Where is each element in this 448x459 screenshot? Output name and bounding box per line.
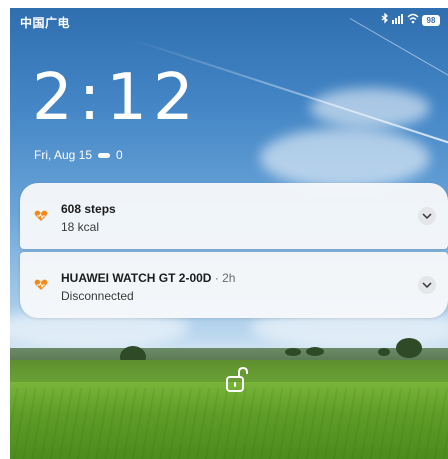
cloud: [310, 88, 430, 128]
date-label: Fri, Aug 15: [34, 148, 93, 162]
cloud: [260, 128, 430, 188]
expand-button[interactable]: [418, 276, 436, 294]
notification-body: 18 kcal: [61, 220, 100, 234]
temperature-label: 0: [116, 148, 123, 162]
carrier-name: 中国广电: [20, 16, 71, 30]
tree: [306, 347, 324, 356]
status-icons: 98: [381, 12, 440, 27]
chevron-down-icon: [422, 213, 432, 220]
tree: [378, 348, 390, 356]
cloud-weather-icon: [98, 152, 111, 158]
huawei-health-icon: [34, 278, 48, 290]
unlock-icon[interactable]: [224, 366, 250, 394]
date-weather-row: Fri, Aug 15 0: [34, 148, 123, 162]
wifi-icon: [407, 13, 419, 27]
huawei-health-icon: [34, 209, 48, 221]
bluetooth-icon: [381, 12, 389, 27]
notification-card-watch[interactable]: HUAWEI WATCH GT 2-00D · 2h Disconnected: [20, 252, 448, 318]
notification-body: Disconnected: [61, 289, 134, 303]
notification-title-text: 608 steps: [61, 202, 116, 216]
notification-title-text: HUAWEI WATCH GT 2-00D: [61, 271, 212, 285]
grass-texture: [10, 388, 448, 459]
notification-title: HUAWEI WATCH GT 2-00D · 2h: [61, 271, 235, 285]
signal-icon: [392, 13, 404, 27]
battery-icon: 98: [422, 14, 440, 26]
tree: [285, 348, 301, 356]
notification-time: · 2h: [211, 271, 236, 285]
chevron-down-icon: [422, 282, 432, 289]
notification-card-steps[interactable]: 608 steps 18 kcal: [20, 183, 448, 249]
expand-button[interactable]: [418, 207, 436, 225]
tree: [396, 338, 422, 358]
status-bar: 中国广电 98: [10, 8, 448, 34]
lockscreen-clock: 2:12: [32, 61, 200, 135]
notification-title: 608 steps: [61, 202, 116, 216]
